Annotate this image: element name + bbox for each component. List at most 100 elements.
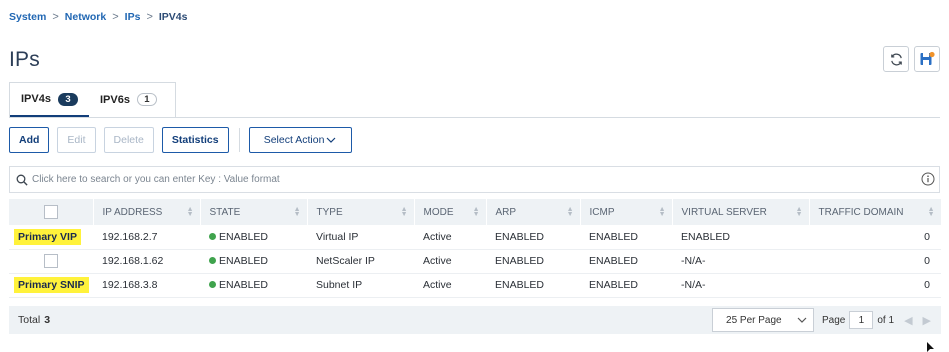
- arp-cell: ENABLED: [486, 273, 580, 298]
- tab-ipv6s-label: IPV6s: [99, 93, 130, 106]
- ip-table: IP ADDRESS ▲ ▼ STATE ▲ ▼ TYPE ▲ ▼ MODE ▲ ▼ ARP ▲ ▼…: [9, 199, 942, 298]
- search-icon: [16, 174, 28, 186]
- tab-ipv4s-count-badge: 3: [57, 92, 78, 106]
- column-header-label: TYPE: [316, 206, 343, 218]
- select-action-label: Select Action: [263, 134, 325, 146]
- enabled-status-dot: [209, 257, 216, 265]
- select-all-cell: [9, 199, 94, 225]
- total-label: Total: [18, 314, 41, 326]
- state-cell: ENABLED: [200, 225, 307, 250]
- pager-nav: ◀▶: [904, 314, 941, 327]
- column-header-label: ICMP: [589, 206, 615, 218]
- column-header[interactable]: VIRTUAL SERVER ▲ ▼: [672, 199, 810, 225]
- tab-ipv6s-count-badge: 1: [136, 93, 157, 106]
- type-cell: NetScaler IP: [307, 249, 414, 274]
- row-checkbox[interactable]: [44, 254, 58, 268]
- previous-page-icon[interactable]: ◀: [904, 315, 922, 327]
- search-placeholder: Click here to search or you can enter Ke…: [32, 174, 280, 185]
- virtual-server-cell: -N/A-: [672, 273, 809, 298]
- row-tag-cell: Primary SNIP: [9, 273, 93, 298]
- select-action-dropdown[interactable]: Select Action: [248, 127, 352, 153]
- total-count: 3: [44, 314, 51, 326]
- page-title: IPs: [9, 48, 40, 71]
- breadcrumb-ips[interactable]: IPs: [125, 11, 141, 23]
- virtual-server-cell: ENABLED: [672, 225, 809, 250]
- refresh-button[interactable]: [883, 46, 909, 72]
- sort-icon: ▲ ▼: [658, 206, 666, 218]
- ip-tabs: IPV4s 3 IPV6s 1: [9, 82, 176, 117]
- column-header-label: STATE: [209, 206, 241, 218]
- mode-cell: Active: [414, 273, 486, 298]
- enabled-status-dot: [209, 233, 216, 240]
- column-header[interactable]: IP ADDRESS ▲ ▼: [93, 199, 201, 225]
- primary-snip-highlight: Primary SNIP: [14, 277, 89, 293]
- column-header[interactable]: TYPE ▲ ▼: [307, 199, 415, 225]
- arp-cell: ENABLED: [486, 249, 580, 274]
- column-header[interactable]: TRAFFIC DOMAIN ▲ ▼: [809, 199, 942, 225]
- traffic-domain-cell: 0: [809, 273, 941, 298]
- icmp-cell: ENABLED: [580, 273, 672, 298]
- table-row[interactable]: Primary SNIP 192.168.3.8 ENABLED Subnet …: [9, 273, 941, 298]
- delete-button[interactable]: Delete: [103, 127, 154, 153]
- mode-cell: Active: [414, 249, 486, 274]
- save-config-button[interactable]: [914, 46, 940, 72]
- primary-vip-highlight: Primary VIP: [14, 228, 81, 245]
- search-bar[interactable]: Click here to search or you can enter Ke…: [9, 166, 940, 193]
- row-select-cell: [9, 249, 93, 274]
- sort-icon: ▲ ▼: [566, 206, 574, 218]
- next-page-icon[interactable]: ▶: [923, 315, 941, 327]
- table-row[interactable]: 192.168.1.62 ENABLED NetScaler IP Active…: [9, 249, 941, 274]
- state-cell: ENABLED: [200, 273, 307, 298]
- toolbar-divider: [238, 128, 240, 152]
- enabled-status-dot: [209, 281, 216, 289]
- column-header-label: TRAFFIC DOMAIN: [818, 206, 904, 218]
- toolbar: Add Edit Delete Statistics Select Action: [9, 127, 352, 153]
- breadcrumb-separator: >: [52, 11, 59, 23]
- column-header-label: VIRTUAL SERVER: [681, 206, 767, 218]
- edit-button[interactable]: Edit: [57, 127, 96, 153]
- page-number-input[interactable]: 1: [849, 311, 874, 329]
- breadcrumb-separator: >: [112, 11, 119, 23]
- breadcrumb-network[interactable]: Network: [65, 11, 106, 23]
- sort-icon: ▲ ▼: [472, 206, 480, 218]
- table-row[interactable]: Primary VIP 192.168.2.7 ENABLED Virtual …: [9, 225, 941, 250]
- page-label: Page: [822, 314, 846, 326]
- ip-address-cell: 192.168.3.8: [93, 273, 200, 298]
- mode-cell: Active: [414, 225, 486, 250]
- table-footer: Total 3 25 Per Page Page 1 of 1 ◀▶: [9, 306, 941, 334]
- column-header[interactable]: ARP ▲ ▼: [486, 199, 581, 225]
- type-cell: Subnet IP: [307, 273, 414, 298]
- state-cell: ENABLED: [200, 249, 307, 274]
- pagination: 25 Per Page Page 1 of 1 ◀▶: [712, 308, 941, 332]
- sort-icon: ▲ ▼: [293, 206, 301, 218]
- tab-ipv4s[interactable]: IPV4s 3: [10, 83, 89, 117]
- icmp-cell: ENABLED: [580, 249, 672, 274]
- column-header[interactable]: STATE ▲ ▼: [200, 199, 308, 225]
- sort-icon: ▲ ▼: [795, 206, 803, 218]
- traffic-domain-cell: 0: [809, 249, 941, 274]
- tab-ipv4s-label: IPV4s: [21, 93, 51, 105]
- add-button[interactable]: Add: [9, 127, 50, 153]
- ip-address-cell: 192.168.2.7: [93, 225, 200, 250]
- page-actions: [883, 46, 940, 72]
- sort-icon: ▲ ▼: [400, 206, 408, 218]
- ip-address-cell: 192.168.1.62: [93, 249, 200, 274]
- arp-cell: ENABLED: [486, 225, 580, 250]
- column-header[interactable]: ICMP ▲ ▼: [580, 199, 673, 225]
- column-header[interactable]: MODE ▲ ▼: [414, 199, 487, 225]
- column-header-label: ARP: [495, 206, 517, 218]
- select-all-checkbox[interactable]: [43, 205, 58, 219]
- refresh-icon: [890, 53, 902, 65]
- save-icon: [920, 51, 935, 65]
- info-icon[interactable]: [921, 172, 935, 186]
- state-label: ENABLED: [219, 254, 269, 267]
- tab-ipv6s[interactable]: IPV6s 1: [89, 83, 168, 116]
- breadcrumb-system[interactable]: System: [9, 11, 46, 23]
- virtual-server-cell: -N/A-: [672, 249, 809, 274]
- per-page-value: 25 Per Page: [726, 314, 782, 326]
- mouse-cursor-icon: [927, 342, 934, 352]
- per-page-select[interactable]: 25 Per Page: [712, 308, 815, 332]
- statistics-button[interactable]: Statistics: [161, 127, 229, 153]
- sort-icon: ▲ ▼: [927, 206, 935, 218]
- state-label: ENABLED: [219, 278, 269, 291]
